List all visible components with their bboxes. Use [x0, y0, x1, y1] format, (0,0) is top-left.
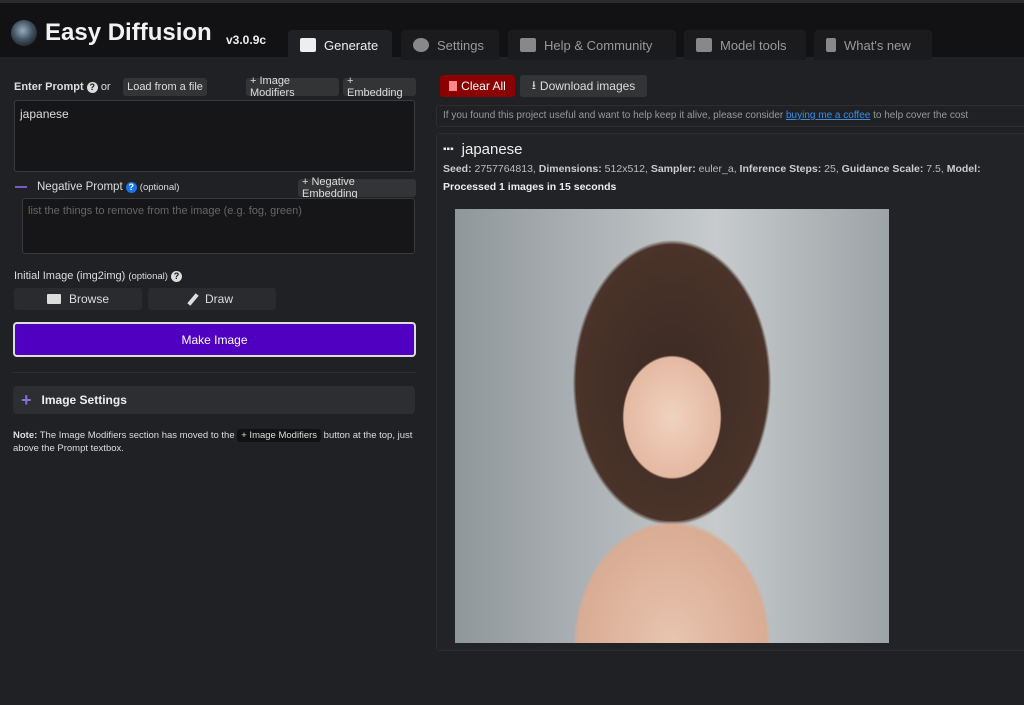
- generated-image[interactable]: [455, 209, 889, 643]
- image-modifiers-button[interactable]: + Image Modifiers: [246, 75, 339, 99]
- tab-whats-new[interactable]: What's new: [814, 30, 932, 60]
- divider: [13, 372, 416, 373]
- tab-generate[interactable]: Generate: [288, 30, 392, 60]
- tab-label: What's new: [844, 37, 911, 53]
- support-message: If you found this project useful and wan…: [436, 105, 1024, 127]
- help-icon[interactable]: ?: [171, 270, 182, 282]
- image-icon: [300, 38, 316, 52]
- collapse-icon[interactable]: [15, 186, 27, 188]
- header: Easy Diffusion v3.0.9c Generate Settings…: [0, 0, 1024, 60]
- tab-model-tools[interactable]: Model tools: [684, 30, 806, 60]
- clear-label: Clear All: [461, 79, 506, 93]
- app-version: v3.0.9c: [226, 33, 267, 47]
- image-settings-toggle[interactable]: + Image Settings: [13, 386, 415, 414]
- logo: [11, 20, 37, 46]
- initial-image-label: Initial Image (img2img) (optional) ?: [14, 270, 182, 282]
- negative-prompt-input[interactable]: list the things to remove from the image…: [22, 198, 415, 254]
- gear-icon: [413, 38, 429, 52]
- draw-button[interactable]: Draw: [148, 288, 276, 310]
- prompt-label: Enter Prompt ? or: [14, 81, 111, 93]
- prompt-input[interactable]: japanese: [14, 100, 415, 172]
- make-image-button[interactable]: Make Image: [13, 322, 416, 357]
- negative-embedding-button[interactable]: + Negative Embedding: [298, 176, 416, 200]
- trash-icon: [449, 81, 458, 91]
- image-settings-label: Image Settings: [41, 393, 127, 407]
- result-card: ▪▪▪ japanese Seed: 2757764813, Dimensions…: [436, 133, 1024, 651]
- help-icon[interactable]: ?: [86, 81, 98, 93]
- comments-icon: [520, 38, 536, 52]
- result-title: ▪▪▪ japanese: [443, 141, 523, 158]
- folder-icon: [46, 294, 61, 304]
- processed-status: Processed 1 images in 15 seconds: [443, 181, 617, 193]
- bolt-icon: [826, 38, 836, 52]
- tab-help-community[interactable]: Help & Community: [508, 30, 676, 60]
- tab-label: Generate: [324, 37, 379, 53]
- result-metadata: Seed: 2757764813, Dimensions: 512x512, S…: [443, 163, 981, 175]
- browse-button[interactable]: Browse: [14, 288, 142, 310]
- download-images-button[interactable]: ⭳ Download images: [520, 75, 647, 97]
- plus-icon: +: [21, 389, 32, 410]
- coffee-link[interactable]: buying me a coffee: [786, 110, 870, 121]
- embedding-button[interactable]: + Embedding: [343, 75, 416, 99]
- tab-label: Help & Community: [544, 37, 653, 53]
- tab-label: Settings: [437, 37, 484, 53]
- app-title: Easy Diffusion: [45, 19, 212, 46]
- grid-icon[interactable]: ▪▪▪: [443, 144, 454, 155]
- download-label: Download images: [539, 79, 636, 93]
- note: Note: The Image Modifiers section has mo…: [13, 429, 413, 454]
- download-icon: ⭳: [531, 77, 536, 92]
- clear-all-button[interactable]: Clear All: [440, 75, 515, 97]
- toolbox-icon: [696, 38, 712, 52]
- tab-settings[interactable]: Settings: [401, 30, 499, 60]
- pencil-icon: [187, 292, 199, 306]
- load-from-file-button[interactable]: Load from a file: [123, 78, 207, 96]
- negative-prompt-label: Negative Prompt ? (optional): [37, 181, 180, 193]
- tab-label: Model tools: [720, 37, 787, 53]
- help-icon[interactable]: ?: [125, 181, 137, 193]
- draw-label: Draw: [204, 292, 233, 306]
- browse-label: Browse: [68, 292, 109, 306]
